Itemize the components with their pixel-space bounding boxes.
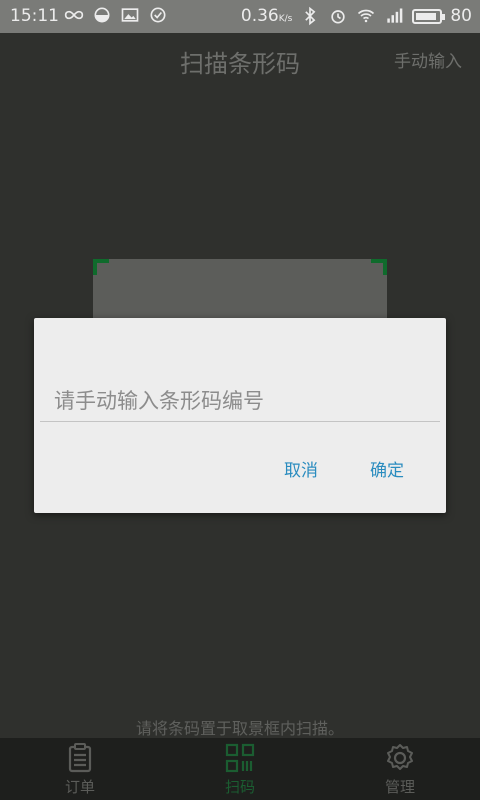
manual-input-button[interactable]: 手动输入 (394, 47, 462, 72)
wifi-icon (358, 9, 375, 23)
gear-icon (387, 744, 413, 770)
nav-label-orders: 订单 (64, 778, 95, 796)
net-speed: 0.36K/s (240, 6, 293, 26)
status-time: 15:11 (10, 6, 59, 26)
cancel-button[interactable]: 取消 (284, 456, 318, 481)
nav-item-scan[interactable]: 扫码 (160, 738, 320, 800)
check-circle-icon (150, 7, 166, 23)
status-bar: 15:11 0.36K/s 80 (0, 0, 480, 33)
viewfinder-corner-top-left (93, 259, 109, 275)
half-circle-icon (94, 7, 110, 23)
nav-item-manage[interactable]: 管理 (320, 738, 480, 800)
bottom-nav: 订单 扫码 管理 (0, 738, 480, 800)
bluetooth-icon (305, 6, 316, 26)
nav-label-manage: 管理 (384, 778, 415, 796)
header: 扫描条形码 手动输入 (0, 33, 480, 85)
confirm-button[interactable]: 确定 (370, 456, 404, 481)
signal-icon (387, 8, 403, 23)
battery-level: 80 (450, 6, 472, 26)
battery-icon (412, 8, 446, 24)
alarm-icon (331, 10, 346, 24)
scan-hint: 请将条码置于取景框内扫描。 (135, 719, 344, 738)
image-icon (121, 8, 139, 22)
barcode-input[interactable] (40, 380, 440, 422)
viewfinder-corner-top-right (371, 259, 387, 275)
nav-item-orders[interactable]: 订单 (0, 738, 160, 800)
clipboard-icon (68, 743, 92, 773)
manual-barcode-dialog: 取消 确定 (34, 318, 446, 513)
nav-label-scan: 扫码 (224, 778, 255, 796)
qr-code-icon (225, 743, 255, 773)
infinity-icon (64, 10, 84, 20)
